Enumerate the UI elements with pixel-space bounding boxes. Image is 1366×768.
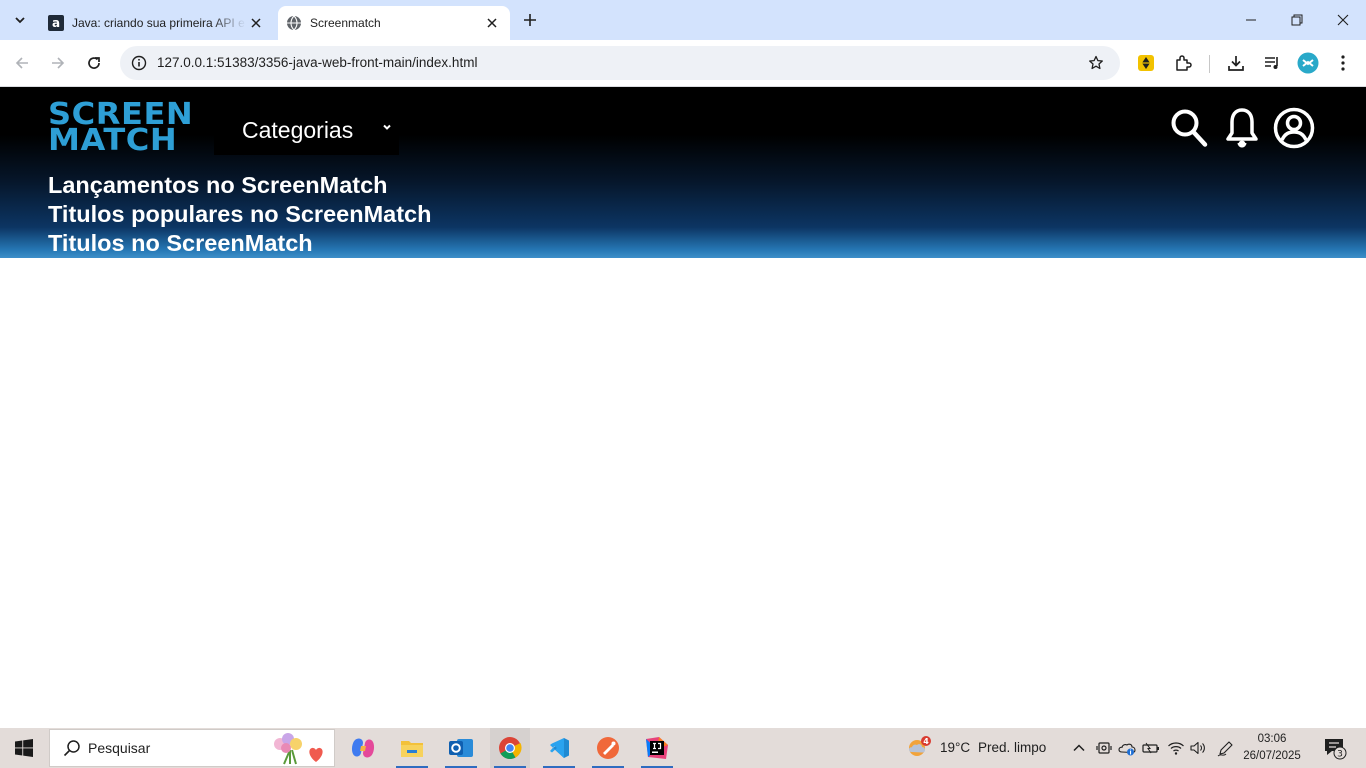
svg-text:i: i — [1129, 749, 1131, 756]
notification-center-button[interactable]: 3 — [1318, 736, 1350, 760]
screenmatch-logo[interactable]: SCREEN MATCH — [48, 100, 200, 156]
weather-temperature[interactable]: 19°C — [940, 740, 970, 755]
restore-button[interactable] — [1274, 0, 1320, 40]
minimize-button[interactable] — [1228, 0, 1274, 40]
tab-search-button[interactable] — [6, 6, 34, 34]
site-info-icon[interactable] — [128, 52, 150, 74]
copilot-icon[interactable] — [343, 728, 383, 768]
notification-count: 3 — [1337, 749, 1343, 759]
nav-link-lancamentos[interactable]: Lançamentos no ScreenMatch — [48, 171, 431, 200]
browser-menu-button[interactable] — [1331, 51, 1355, 75]
back-button[interactable] — [8, 49, 36, 77]
arrow-right-icon — [52, 57, 65, 69]
chevron-down-icon — [15, 17, 25, 24]
bookmark-star-icon[interactable] — [1086, 53, 1106, 73]
restore-icon — [1291, 14, 1303, 26]
nav-link-titulos[interactable]: Titulos no ScreenMatch — [48, 229, 431, 258]
battery-icon[interactable] — [1141, 738, 1161, 758]
close-tab-button[interactable] — [482, 13, 502, 33]
url-text[interactable]: 127.0.0.1:51383/3356-java-web-front-main… — [157, 55, 477, 70]
chevron-down-icon — [383, 124, 391, 130]
browser-tabstrip: a Java: criando sua primeira API e Scree… — [0, 0, 1366, 40]
category-select[interactable]: Categorias — [214, 105, 399, 155]
wifi-icon[interactable] — [1166, 738, 1186, 758]
chrome-icon[interactable] — [490, 728, 530, 768]
media-control-icon[interactable] — [1260, 51, 1284, 75]
forward-button[interactable] — [44, 49, 72, 77]
weather-badge: 4 — [923, 737, 929, 746]
address-bar[interactable]: 127.0.0.1:51383/3356-java-web-front-main… — [120, 46, 1120, 80]
new-tab-button[interactable] — [518, 8, 542, 32]
site-header: SCREEN MATCH Categorias Lançamentos no S… — [0, 87, 1366, 258]
close-icon — [487, 18, 497, 28]
taskbar-search[interactable]: Pesquisar — [49, 729, 335, 767]
close-tab-button[interactable] — [246, 13, 266, 33]
intellij-icon[interactable] — [637, 728, 677, 768]
profile-avatar[interactable] — [1296, 51, 1320, 75]
clock-time: 03:06 — [1257, 733, 1287, 745]
download-icon[interactable] — [1224, 51, 1248, 75]
tab-java-api[interactable]: a Java: criando sua primeira API e — [40, 6, 274, 40]
extension-yellow-icon[interactable] — [1134, 51, 1158, 75]
volume-icon[interactable] — [1188, 738, 1208, 758]
close-icon — [251, 18, 261, 28]
windows-taskbar: Pesquisar 4 19°C Pred. limpo i 03:06 26/… — [0, 728, 1366, 768]
bell-icon[interactable] — [1224, 107, 1260, 149]
nav-link-titulos-populares[interactable]: Titulos populares no ScreenMatch — [48, 200, 431, 229]
reload-button[interactable] — [80, 49, 108, 77]
browser-toolbar: 127.0.0.1:51383/3356-java-web-front-main… — [0, 40, 1366, 87]
meet-now-icon[interactable] — [1094, 738, 1114, 758]
main-nav: Lançamentos no ScreenMatch Titulos popul… — [48, 171, 431, 258]
weather-description[interactable]: Pred. limpo — [978, 740, 1046, 755]
tab-title: Java: criando sua primeira API e — [72, 16, 245, 30]
search-icon — [62, 738, 82, 758]
postman-icon[interactable] — [588, 728, 628, 768]
globe-icon — [286, 15, 302, 31]
extensions-puzzle-icon[interactable] — [1171, 51, 1195, 75]
vscode-icon[interactable] — [539, 728, 579, 768]
outlook-icon[interactable] — [441, 728, 481, 768]
clock-date: 26/07/2025 — [1243, 750, 1301, 762]
file-explorer-icon[interactable] — [392, 728, 432, 768]
logo-line-2: MATCH — [48, 123, 178, 158]
alura-a-icon: a — [48, 15, 64, 31]
notification-icon: 3 — [1325, 739, 1347, 760]
taskbar-clock[interactable]: 03:06 26/07/2025 — [1243, 731, 1301, 765]
chevron-up-icon[interactable] — [1069, 738, 1089, 758]
weather-icon[interactable]: 4 — [906, 736, 932, 760]
start-button[interactable] — [0, 728, 48, 768]
tab-title: Screenmatch — [310, 16, 381, 30]
reload-icon — [88, 57, 100, 69]
category-select-label: Categorias — [242, 116, 354, 143]
arrow-left-icon — [15, 57, 28, 69]
user-icon[interactable] — [1272, 107, 1316, 149]
flowers-bouquet-icon — [274, 733, 323, 765]
tab-screenmatch[interactable]: Screenmatch — [278, 6, 510, 40]
search-icon[interactable] — [1168, 107, 1210, 149]
windows-logo-icon — [15, 739, 33, 757]
plus-icon — [524, 14, 536, 26]
kebab-menu-icon — [1341, 55, 1345, 71]
toolbar-divider — [1209, 55, 1210, 73]
onedrive-icon[interactable]: i — [1117, 738, 1137, 758]
pen-icon[interactable] — [1216, 738, 1236, 758]
taskbar-search-placeholder: Pesquisar — [88, 740, 151, 756]
close-icon — [1337, 14, 1349, 26]
close-window-button[interactable] — [1320, 0, 1366, 40]
minimize-icon — [1246, 19, 1256, 21]
